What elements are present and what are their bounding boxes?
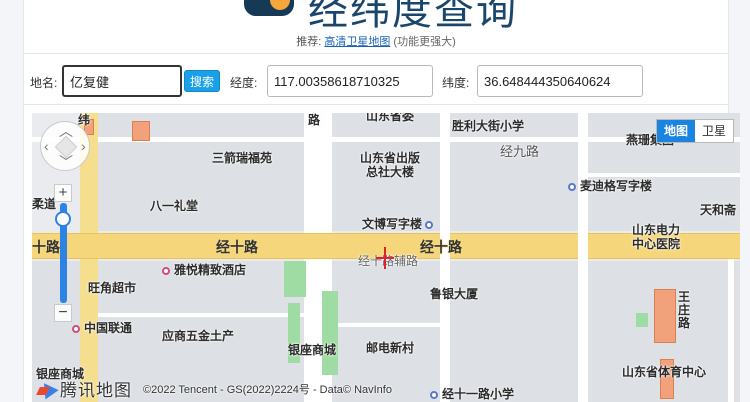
building-block <box>654 289 676 343</box>
map-label-bayi: 八一礼堂 <box>150 199 199 213</box>
minor-road <box>440 113 450 402</box>
map-label-yingshang: 应商五金土产 <box>162 329 235 343</box>
page-left-edge <box>0 0 24 402</box>
tencent-map-brand: 腾讯地图 <box>38 377 132 400</box>
map-block <box>450 261 578 402</box>
longitude-label: 经度: <box>230 76 258 90</box>
site-header: 经纬度查询 <box>24 0 728 30</box>
zoom-out-button[interactable]: − <box>54 304 72 322</box>
green-area <box>322 291 338 375</box>
coordinate-form: 地名: 搜索 经度: 纬度: <box>24 53 728 105</box>
center-crosshair-icon <box>384 247 386 269</box>
place-input[interactable] <box>62 65 182 97</box>
recommend-note: (功能更强大) <box>393 36 456 48</box>
map-copyright: ©2022 Tencent - GS(2022)2224号 - Data© Na… <box>143 384 392 396</box>
latitude-label: 纬度: <box>442 76 470 90</box>
map-label-roudao: 柔道 <box>32 197 57 211</box>
satellite-type-button[interactable]: 卫星 <box>695 120 733 142</box>
map-canvas[interactable]: 纬 山东省委 路 胜利大街小学 经九路 燕珊集团 三箭瑞福苑 山东省出版 总社大… <box>32 113 740 402</box>
satellite-map-link[interactable]: 高清卫星地图 <box>324 36 390 48</box>
map-label-wangjiao-market: 旺角超市 <box>88 281 137 295</box>
zoom-in-button[interactable]: + <box>54 184 72 202</box>
school-marker-icon <box>430 391 438 399</box>
poi-marker-icon <box>72 325 80 333</box>
latitude-input[interactable] <box>477 65 643 97</box>
recommend-prefix: 推荐: <box>296 36 322 48</box>
map-label-road: 路 <box>308 113 321 127</box>
brand-text: 腾讯地图 <box>60 380 132 400</box>
map-label-jingshi-road-right: 经十路 <box>420 239 462 255</box>
site-title: 经纬度查询 <box>308 0 518 30</box>
map-label-china-unicom: 中国联通 <box>72 319 132 336</box>
map-block <box>98 113 304 231</box>
map-label-luyin-building: 鲁银大厦 <box>430 287 479 301</box>
poi-marker-icon <box>568 183 576 191</box>
minor-road <box>304 113 332 233</box>
pan-right-icon[interactable]: › <box>81 139 86 153</box>
map-label-electric-hospital: 山东电力 中心医院 <box>632 223 681 251</box>
map-label-school-11: 经十一路小学 <box>430 385 514 402</box>
map-label-publish-building: 山东省出版 总社大楼 <box>360 151 421 179</box>
pan-control[interactable]: ︿ ‹ › ﹀ <box>40 121 90 171</box>
map-label-jingshi-road-left: 经十路 <box>216 239 258 255</box>
map-label-wangzhuang-road: 王 庄 路 <box>678 290 691 330</box>
green-area <box>636 313 648 327</box>
zoom-slider-handle[interactable] <box>55 211 71 227</box>
green-area <box>284 261 306 297</box>
map-label-aux-road: 经十路辅路 <box>358 254 419 268</box>
longitude-input[interactable] <box>267 65 433 97</box>
search-button[interactable]: 搜索 <box>184 70 220 92</box>
map-type-switch: 地图 卫星 <box>655 119 734 143</box>
minor-road <box>332 323 440 327</box>
globe-logo-icon <box>244 0 294 16</box>
map-type-button[interactable]: 地图 <box>656 120 695 142</box>
minor-road <box>728 259 734 402</box>
map-label-yayue-hotel: 雅悦精致酒店 <box>162 261 246 278</box>
map-label-wenbo: 文博写字楼 <box>362 215 437 232</box>
minor-road <box>98 313 304 317</box>
map-label-shi-road: 十路 <box>32 239 60 255</box>
building-block <box>132 121 150 141</box>
recommend-line: 推荐: 高清卫星地图 (功能更强大) <box>24 33 728 49</box>
map-label-maidi: 麦迪格写字楼 <box>568 177 652 194</box>
poi-marker-icon <box>425 221 434 229</box>
map-label-sanjian: 三箭瑞福苑 <box>212 151 273 165</box>
hotel-marker-icon <box>162 267 170 275</box>
tencent-map-logo-icon <box>38 379 56 397</box>
map-label-tianhe: 天和斋 <box>700 203 737 217</box>
place-label: 地名: <box>30 76 58 90</box>
map-label-post-village: 邮电新村 <box>366 341 415 355</box>
pan-left-icon[interactable]: ‹ <box>44 139 49 153</box>
map-label-yinzuo-mall: 银座商城 <box>288 343 337 357</box>
map-label-shandong-committee: 山东省委 <box>366 113 415 123</box>
map-label-sports-center: 山东省体育中心 <box>622 365 707 379</box>
map-label-jingjiu-road: 经九路 <box>500 144 540 159</box>
minor-road <box>578 113 588 402</box>
map-label-shengli-school: 胜利大街小学 <box>452 119 525 133</box>
